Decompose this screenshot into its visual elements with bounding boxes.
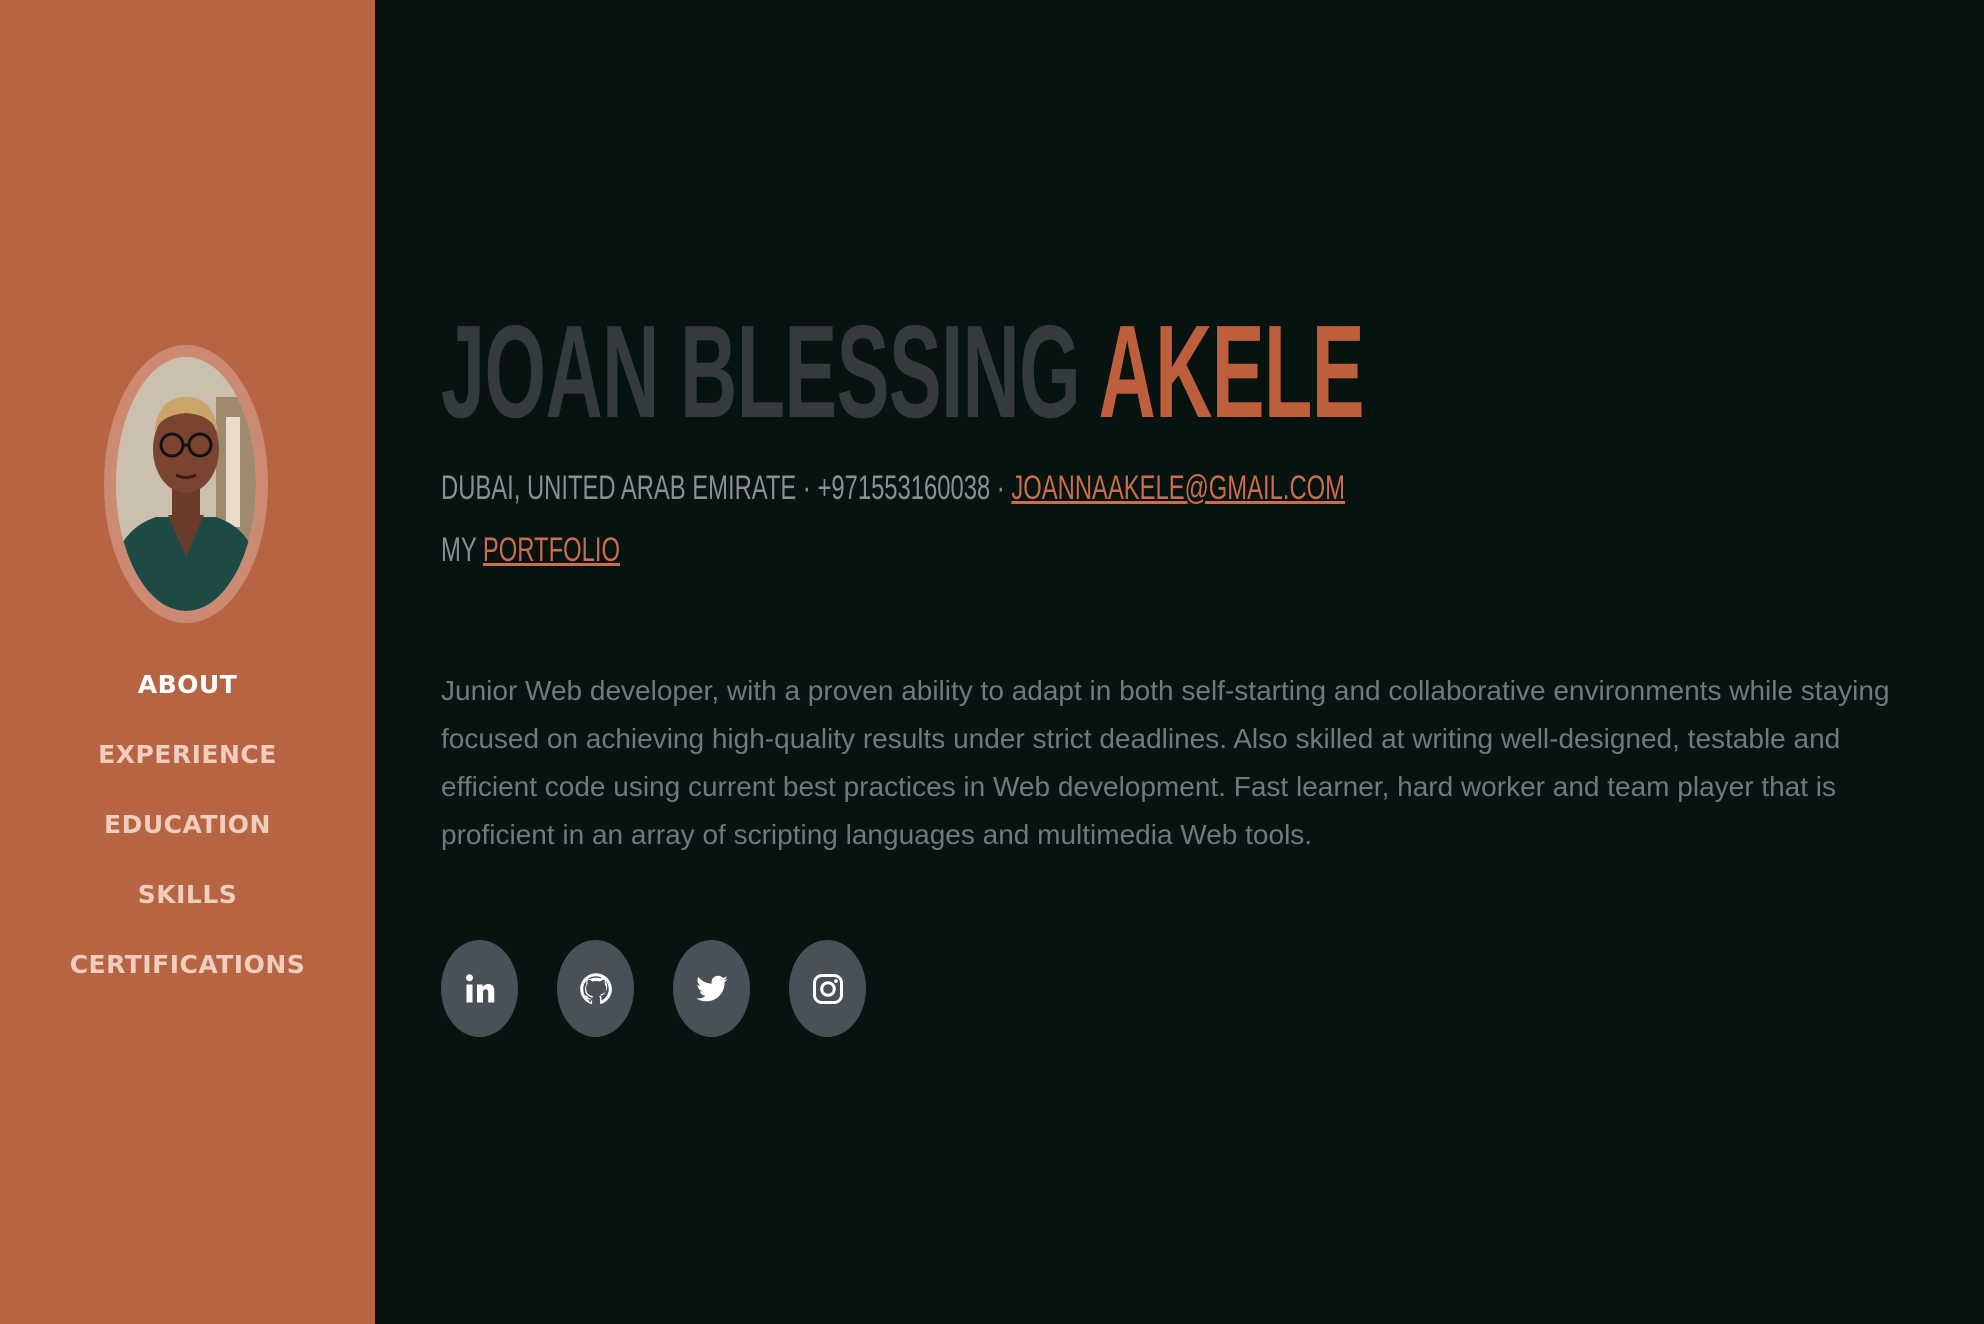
- separator: ·: [802, 469, 811, 507]
- contact-line: DUBAI, UNITED ARAB EMIRATE · +9715531600…: [441, 466, 1345, 510]
- instagram-icon: [812, 973, 843, 1004]
- main-content: JOAN BLESSING AKELE DUBAI, UNITED ARAB E…: [441, 0, 1941, 1324]
- nav-item-certifications[interactable]: CERTIFICATIONS: [0, 940, 375, 1010]
- nav-item-experience[interactable]: EXPERIENCE: [0, 730, 375, 800]
- sidebar: ABOUT EXPERIENCE EDUCATION SKILLS CERTIF…: [0, 0, 375, 1324]
- portfolio-link[interactable]: PORTFOLIO: [483, 531, 620, 569]
- linkedin-icon: [465, 973, 494, 1002]
- nav-item-about[interactable]: ABOUT: [0, 660, 375, 730]
- instagram-button[interactable]: [789, 940, 866, 1037]
- page-title: JOAN BLESSING AKELE: [441, 292, 1365, 452]
- twitter-icon: [695, 975, 728, 1001]
- nav-item-skills[interactable]: SKILLS: [0, 870, 375, 940]
- first-names: JOAN BLESSING: [441, 298, 1081, 445]
- sidebar-nav: ABOUT EXPERIENCE EDUCATION SKILLS CERTIF…: [0, 660, 375, 1010]
- bio-paragraph: Junior Web developer, with a proven abil…: [441, 675, 1890, 850]
- phone-number: +971553160038: [817, 469, 991, 507]
- github-icon: [579, 972, 612, 1004]
- avatar: [104, 345, 268, 623]
- nav-item-education[interactable]: EDUCATION: [0, 800, 375, 870]
- linkedin-button[interactable]: [441, 940, 518, 1037]
- location: DUBAI, UNITED ARAB EMIRATE: [441, 469, 797, 507]
- email-link[interactable]: JOANNAAKELE@GMAIL.COM: [1011, 469, 1345, 507]
- person-photo-icon: [116, 357, 256, 611]
- social-links: [441, 940, 866, 1037]
- avatar-photo: [116, 357, 256, 611]
- github-button[interactable]: [557, 940, 634, 1037]
- last-name: AKELE: [1098, 298, 1365, 445]
- page: ABOUT EXPERIENCE EDUCATION SKILLS CERTIF…: [0, 0, 1984, 1324]
- portfolio-prefix: MY: [441, 531, 477, 569]
- separator: ·: [996, 469, 1005, 507]
- portfolio-line: MY PORTFOLIO: [441, 528, 620, 572]
- twitter-button[interactable]: [673, 940, 750, 1037]
